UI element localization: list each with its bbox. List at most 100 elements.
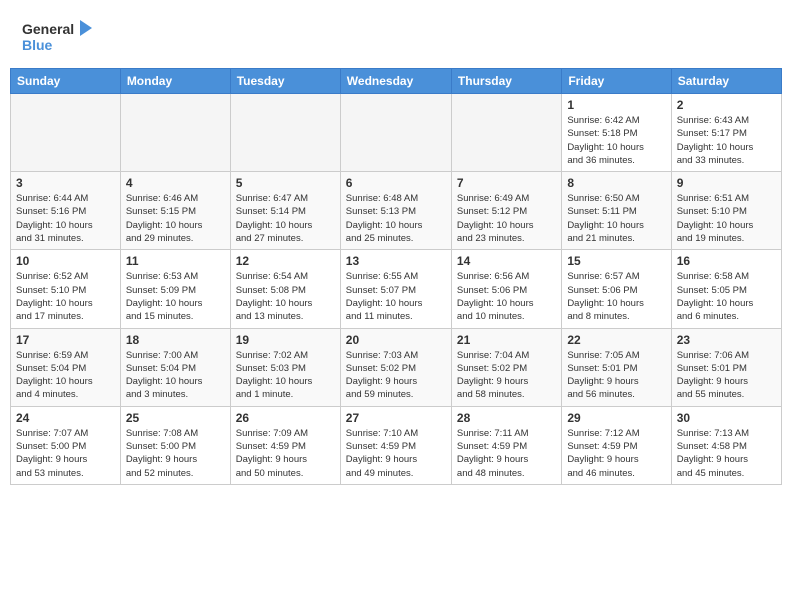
day-info: Sunrise: 6:42 AM Sunset: 5:18 PM Dayligh… (567, 114, 665, 167)
day-info: Sunrise: 6:50 AM Sunset: 5:11 PM Dayligh… (567, 192, 665, 245)
calendar-cell: 26Sunrise: 7:09 AM Sunset: 4:59 PM Dayli… (230, 406, 340, 484)
day-number: 1 (567, 98, 665, 112)
day-number: 10 (16, 254, 115, 268)
calendar-cell: 18 Sunrise: 7:00 AM Sunset: 5:04 PM Dayli… (120, 328, 230, 406)
day-info: Sunrise: 7:04 AM Sunset: 5:02 PM Dayligh… (457, 349, 556, 402)
calendar-cell: 2Sunrise: 6:43 AM Sunset: 5:17 PM Daylig… (671, 94, 781, 172)
day-number: 28 (457, 411, 556, 425)
day-number: 16 (677, 254, 776, 268)
calendar-cell: 29 Sunrise: 7:12 AM Sunset: 4:59 PM Dayli… (562, 406, 671, 484)
calendar-cell: 21Sunrise: 7:04 AM Sunset: 5:02 PM Dayli… (451, 328, 561, 406)
day-info: Sunrise: 6:53 AM Sunset: 5:09 PM Dayligh… (126, 270, 225, 323)
calendar-cell: 22 Sunrise: 7:05 AM Sunset: 5:01 PM Dayli… (562, 328, 671, 406)
day-number: 5 (236, 176, 335, 190)
day-info: Sunrise: 7:10 AM Sunset: 4:59 PM Dayligh… (346, 427, 446, 480)
calendar-cell: 23 Sunrise: 7:06 AM Sunset: 5:01 PM Dayli… (671, 328, 781, 406)
day-number: 15 (567, 254, 665, 268)
day-info: Sunrise: 6:58 AM Sunset: 5:05 PM Dayligh… (677, 270, 776, 323)
day-info: Sunrise: 6:51 AM Sunset: 5:10 PM Dayligh… (677, 192, 776, 245)
day-number: 22 (567, 333, 665, 347)
calendar-cell (120, 94, 230, 172)
day-number: 30 (677, 411, 776, 425)
calendar-cell: 16 Sunrise: 6:58 AM Sunset: 5:05 PM Dayli… (671, 250, 781, 328)
weekday-header-wednesday: Wednesday (340, 69, 451, 94)
day-info: Sunrise: 6:57 AM Sunset: 5:06 PM Dayligh… (567, 270, 665, 323)
day-info: Sunrise: 6:52 AM Sunset: 5:10 PM Dayligh… (16, 270, 115, 323)
day-info: Sunrise: 6:56 AM Sunset: 5:06 PM Dayligh… (457, 270, 556, 323)
weekday-header-saturday: Saturday (671, 69, 781, 94)
day-info: Sunrise: 7:03 AM Sunset: 5:02 PM Dayligh… (346, 349, 446, 402)
calendar-cell: 4 Sunrise: 6:46 AM Sunset: 5:15 PM Daylig… (120, 172, 230, 250)
calendar-cell: 11 Sunrise: 6:53 AM Sunset: 5:09 PM Dayli… (120, 250, 230, 328)
day-number: 9 (677, 176, 776, 190)
day-number: 14 (457, 254, 556, 268)
day-info: Sunrise: 7:02 AM Sunset: 5:03 PM Dayligh… (236, 349, 335, 402)
calendar-cell: 12 Sunrise: 6:54 AM Sunset: 5:08 PM Dayli… (230, 250, 340, 328)
day-number: 13 (346, 254, 446, 268)
day-number: 12 (236, 254, 335, 268)
day-number: 29 (567, 411, 665, 425)
calendar-cell: 8 Sunrise: 6:50 AM Sunset: 5:11 PM Daylig… (562, 172, 671, 250)
calendar-cell: 9 Sunrise: 6:51 AM Sunset: 5:10 PM Daylig… (671, 172, 781, 250)
calendar-cell: 27 Sunrise: 7:10 AM Sunset: 4:59 PM Dayli… (340, 406, 451, 484)
calendar-cell: 24Sunrise: 7:07 AM Sunset: 5:00 PM Dayli… (11, 406, 121, 484)
day-info: Sunrise: 6:49 AM Sunset: 5:12 PM Dayligh… (457, 192, 556, 245)
calendar-week-2: 3 Sunrise: 6:44 AM Sunset: 5:16 PM Daylig… (11, 172, 782, 250)
day-number: 25 (126, 411, 225, 425)
calendar-cell: 20Sunrise: 7:03 AM Sunset: 5:02 PM Dayli… (340, 328, 451, 406)
day-info: Sunrise: 6:43 AM Sunset: 5:17 PM Dayligh… (677, 114, 776, 167)
calendar-cell: 1 Sunrise: 6:42 AM Sunset: 5:18 PM Daylig… (562, 94, 671, 172)
calendar-week-1: 1 Sunrise: 6:42 AM Sunset: 5:18 PM Daylig… (11, 94, 782, 172)
day-info: Sunrise: 6:44 AM Sunset: 5:16 PM Dayligh… (16, 192, 115, 245)
page-header: General Blue (10, 10, 782, 62)
day-info: Sunrise: 7:12 AM Sunset: 4:59 PM Dayligh… (567, 427, 665, 480)
calendar-table: SundayMondayTuesdayWednesdayThursdayFrid… (10, 68, 782, 485)
day-info: Sunrise: 7:13 AM Sunset: 4:58 PM Dayligh… (677, 427, 776, 480)
calendar-cell: 5 Sunrise: 6:47 AM Sunset: 5:14 PM Daylig… (230, 172, 340, 250)
calendar-week-4: 17Sunrise: 6:59 AM Sunset: 5:04 PM Dayli… (11, 328, 782, 406)
weekday-header-sunday: Sunday (11, 69, 121, 94)
calendar-cell: 7 Sunrise: 6:49 AM Sunset: 5:12 PM Daylig… (451, 172, 561, 250)
day-info: Sunrise: 6:54 AM Sunset: 5:08 PM Dayligh… (236, 270, 335, 323)
calendar-cell (340, 94, 451, 172)
day-info: Sunrise: 6:46 AM Sunset: 5:15 PM Dayligh… (126, 192, 225, 245)
svg-text:General: General (22, 21, 74, 37)
svg-text:Blue: Blue (22, 37, 53, 53)
calendar-week-5: 24Sunrise: 7:07 AM Sunset: 5:00 PM Dayli… (11, 406, 782, 484)
day-info: Sunrise: 6:55 AM Sunset: 5:07 PM Dayligh… (346, 270, 446, 323)
calendar-cell (451, 94, 561, 172)
day-number: 6 (346, 176, 446, 190)
day-number: 19 (236, 333, 335, 347)
calendar-cell (230, 94, 340, 172)
weekday-header-thursday: Thursday (451, 69, 561, 94)
calendar-cell: 3 Sunrise: 6:44 AM Sunset: 5:16 PM Daylig… (11, 172, 121, 250)
day-number: 11 (126, 254, 225, 268)
day-info: Sunrise: 7:05 AM Sunset: 5:01 PM Dayligh… (567, 349, 665, 402)
calendar-cell (11, 94, 121, 172)
calendar-cell: 19 Sunrise: 7:02 AM Sunset: 5:03 PM Dayli… (230, 328, 340, 406)
day-number: 18 (126, 333, 225, 347)
weekday-header-friday: Friday (562, 69, 671, 94)
weekday-header-monday: Monday (120, 69, 230, 94)
day-info: Sunrise: 7:08 AM Sunset: 5:00 PM Dayligh… (126, 427, 225, 480)
day-info: Sunrise: 7:06 AM Sunset: 5:01 PM Dayligh… (677, 349, 776, 402)
calendar-cell: 15 Sunrise: 6:57 AM Sunset: 5:06 PM Dayli… (562, 250, 671, 328)
day-number: 8 (567, 176, 665, 190)
day-info: Sunrise: 6:48 AM Sunset: 5:13 PM Dayligh… (346, 192, 446, 245)
day-number: 7 (457, 176, 556, 190)
calendar-week-3: 10 Sunrise: 6:52 AM Sunset: 5:10 PM Dayli… (11, 250, 782, 328)
day-number: 23 (677, 333, 776, 347)
calendar-cell: 17Sunrise: 6:59 AM Sunset: 5:04 PM Dayli… (11, 328, 121, 406)
calendar-cell: 25 Sunrise: 7:08 AM Sunset: 5:00 PM Dayli… (120, 406, 230, 484)
day-number: 26 (236, 411, 335, 425)
day-number: 4 (126, 176, 225, 190)
calendar-cell: 13 Sunrise: 6:55 AM Sunset: 5:07 PM Dayli… (340, 250, 451, 328)
day-info: Sunrise: 7:00 AM Sunset: 5:04 PM Dayligh… (126, 349, 225, 402)
logo: General Blue (22, 18, 92, 58)
calendar-cell: 10 Sunrise: 6:52 AM Sunset: 5:10 PM Dayli… (11, 250, 121, 328)
day-info: Sunrise: 6:47 AM Sunset: 5:14 PM Dayligh… (236, 192, 335, 245)
day-number: 17 (16, 333, 115, 347)
day-number: 27 (346, 411, 446, 425)
day-number: 3 (16, 176, 115, 190)
calendar-cell: 6 Sunrise: 6:48 AM Sunset: 5:13 PM Daylig… (340, 172, 451, 250)
